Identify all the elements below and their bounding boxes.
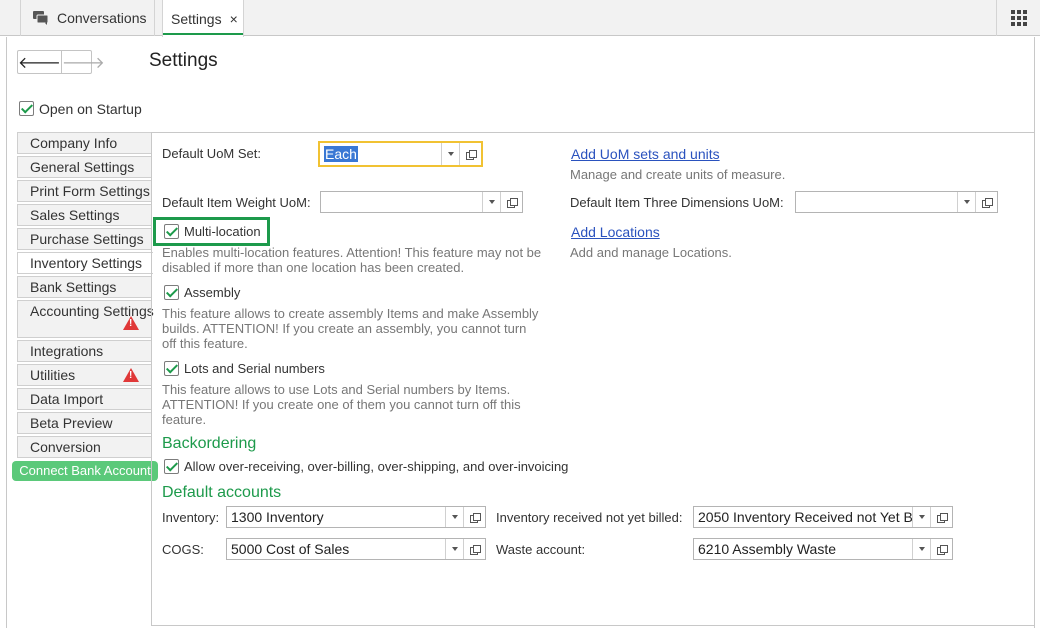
multi-location-desc-line1: Enables multi-location features. Attenti… — [162, 245, 542, 260]
sidebar-item-sales-settings[interactable]: Sales Settings — [17, 204, 151, 226]
chevron-down-icon[interactable] — [445, 507, 463, 527]
sidebar-item-company-info[interactable]: Company Info — [17, 132, 151, 154]
waste-account-label: Waste account: — [496, 542, 586, 557]
default-item-weight-uom-field[interactable] — [320, 191, 523, 213]
tab-bar: Conversations Settings × — [0, 0, 1040, 37]
chat-icon — [33, 11, 49, 25]
sidebar-item-data-import[interactable]: Data Import — [17, 388, 151, 410]
open-window-icon — [981, 197, 993, 208]
sidebar-item-beta-preview[interactable]: Beta Preview — [17, 412, 151, 434]
grid-icon — [1010, 10, 1027, 26]
default-uom-set-label: Default UoM Set: — [162, 146, 261, 161]
arrow-left-icon: 🡐 — [18, 54, 61, 72]
sidebar-item-integrations[interactable]: Integrations — [17, 340, 151, 362]
add-locations-link[interactable]: Add Locations — [571, 224, 660, 240]
assembly-desc-line3: off this feature. — [162, 336, 248, 351]
tab-conversations-label: Conversations — [57, 10, 147, 26]
open-on-startup-label: Open on Startup — [39, 101, 142, 117]
tab-settings-label: Settings — [171, 10, 222, 27]
tab-conversations[interactable]: Conversations — [20, 0, 155, 36]
warning-icon — [123, 316, 139, 330]
assembly-checkbox[interactable] — [164, 285, 179, 300]
open-button[interactable] — [930, 507, 952, 527]
chevron-down-icon[interactable] — [912, 539, 930, 559]
cogs-account-field[interactable]: 5000 Cost of Sales — [226, 538, 486, 560]
open-button[interactable] — [459, 143, 481, 165]
sidebar-item-bank-settings[interactable]: Bank Settings — [17, 276, 151, 298]
assembly-label: Assembly — [184, 285, 241, 300]
lots-serial-desc-line3: feature. — [162, 412, 207, 427]
inventory-account-field[interactable]: 1300 Inventory — [226, 506, 486, 528]
backordering-label: Allow over-receiving, over-billing, over… — [184, 459, 569, 474]
close-icon[interactable]: × — [230, 11, 238, 27]
sidebar-item-general-settings[interactable]: General Settings — [17, 156, 151, 178]
backordering-heading: Backordering — [162, 435, 257, 452]
connect-bank-account-button[interactable]: Connect Bank Account — [12, 461, 158, 481]
default-item-weight-uom-value — [321, 192, 482, 212]
add-uom-sets-link[interactable]: Add UoM sets and units — [571, 146, 720, 162]
open-window-icon — [506, 197, 518, 208]
add-uom-desc: Manage and create units of measure. — [570, 167, 786, 182]
chevron-down-icon[interactable] — [441, 143, 459, 165]
open-button[interactable] — [500, 192, 522, 212]
chevron-down-icon[interactable] — [482, 192, 500, 212]
inventory-received-label: Inventory received not yet billed: — [496, 510, 683, 525]
inventory-received-value: 2050 Inventory Received not Yet Billed — [698, 509, 912, 525]
lots-serial-desc-line1: This feature allows to use Lots and Seri… — [162, 382, 511, 397]
page-title: Settings — [149, 50, 218, 71]
default-item-three-dim-uom-field[interactable] — [795, 191, 998, 213]
open-window-icon — [936, 512, 948, 523]
nav-buttons: 🡐 🡒 — [17, 50, 105, 74]
sidebar-item-print-form-settings[interactable]: Print Form Settings — [17, 180, 151, 202]
open-button[interactable] — [463, 539, 485, 559]
open-window-icon — [469, 544, 481, 555]
chevron-down-icon[interactable] — [912, 507, 930, 527]
open-button[interactable] — [930, 539, 952, 559]
lots-serial-desc-line2: ATTENTION! If you create one of them you… — [162, 397, 521, 412]
highlight-box — [153, 217, 270, 246]
multi-location-desc-line2: disabled if more than one location has b… — [162, 260, 465, 275]
apps-grid-button[interactable] — [996, 0, 1040, 36]
sidebar-item-inventory-settings[interactable]: Inventory Settings — [17, 252, 153, 274]
chevron-down-icon[interactable] — [445, 539, 463, 559]
inventory-account-value: 1300 Inventory — [231, 509, 324, 525]
default-accounts-heading: Default accounts — [162, 484, 282, 501]
frame-left-border — [6, 37, 7, 628]
assembly-desc-line2: builds. ATTENTION! If you create an asse… — [162, 321, 527, 336]
lots-serial-label: Lots and Serial numbers — [184, 361, 325, 376]
tab-settings[interactable]: Settings × — [162, 0, 244, 37]
open-button[interactable] — [463, 507, 485, 527]
open-window-icon — [936, 544, 948, 555]
default-item-three-dim-uom-value — [796, 192, 957, 212]
warning-icon — [123, 368, 139, 382]
sidebar-item-conversion[interactable]: Conversion — [17, 436, 151, 458]
default-item-weight-uom-label: Default Item Weight UoM: — [162, 195, 311, 210]
open-button[interactable] — [975, 192, 997, 212]
lots-serial-checkbox[interactable] — [164, 361, 179, 376]
inventory-account-label: Inventory: — [162, 510, 220, 525]
waste-account-field[interactable]: 6210 Assembly Waste — [693, 538, 953, 560]
open-on-startup-checkbox[interactable] — [19, 101, 34, 116]
cogs-account-label: COGS: — [162, 542, 204, 557]
add-locations-desc: Add and manage Locations. — [570, 245, 732, 260]
sidebar-item-purchase-settings[interactable]: Purchase Settings — [17, 228, 151, 250]
assembly-desc-line1: This feature allows to create assembly I… — [162, 306, 539, 321]
open-window-icon — [465, 149, 477, 160]
cogs-account-value: 5000 Cost of Sales — [231, 541, 350, 557]
default-uom-set-field[interactable]: Each — [318, 141, 483, 167]
open-window-icon — [469, 512, 481, 523]
backordering-checkbox[interactable] — [164, 459, 179, 474]
forward-button[interactable]: 🡒 — [62, 51, 105, 73]
default-uom-set-value: Each — [324, 146, 358, 162]
back-button[interactable]: 🡐 — [18, 51, 62, 73]
chevron-down-icon[interactable] — [957, 192, 975, 212]
inventory-received-field[interactable]: 2050 Inventory Received not Yet Billed — [693, 506, 953, 528]
waste-account-value: 6210 Assembly Waste — [698, 541, 836, 557]
arrow-right-icon: 🡒 — [61, 54, 105, 72]
default-item-three-dim-uom-label: Default Item Three Dimensions UoM: — [570, 195, 784, 210]
